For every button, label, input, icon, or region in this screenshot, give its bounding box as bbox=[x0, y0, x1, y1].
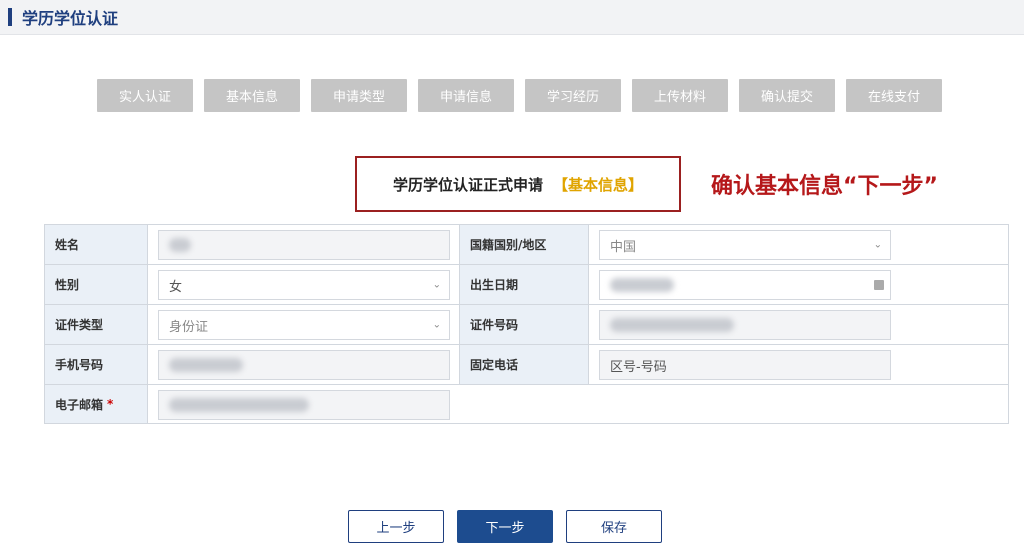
nationality-value: 中国 bbox=[610, 239, 637, 255]
id-type-select[interactable]: 身份证 ⌄ bbox=[158, 310, 450, 340]
form-row: 姓名 国籍国别/地区 中国 ⌄ bbox=[45, 225, 1008, 265]
basic-info-form: 姓名 国籍国别/地区 中国 ⌄ 性别 女 ⌄ 出生日期 证件类型 身份证 ⌄ 证… bbox=[44, 224, 1009, 424]
email-field[interactable] bbox=[158, 390, 450, 420]
action-buttons: 上一步 下一步 保存 bbox=[348, 510, 662, 543]
prev-step-button[interactable]: 上一步 bbox=[348, 510, 444, 543]
name-field[interactable] bbox=[158, 230, 450, 260]
step-tab-2[interactable]: 基本信息 bbox=[204, 79, 300, 112]
landline-field[interactable]: 区号-号码 bbox=[599, 350, 891, 380]
form-title-box: 学历学位认证正式申请 【基本信息】 bbox=[355, 156, 681, 212]
birthdate-field[interactable] bbox=[599, 270, 891, 300]
step-tab-8[interactable]: 在线支付 bbox=[846, 79, 942, 112]
nationality-label: 国籍国别/地区 bbox=[459, 225, 589, 264]
gender-value: 女 bbox=[169, 279, 183, 295]
email-label-text: 电子邮箱 bbox=[55, 397, 104, 412]
name-label: 姓名 bbox=[45, 225, 148, 264]
blurred-value bbox=[610, 278, 674, 292]
step-tab-6[interactable]: 上传材料 bbox=[632, 79, 728, 112]
step-tabs: 实人认证 基本信息 申请类型 申请信息 学习经历 上传材料 确认提交 在线支付 bbox=[97, 79, 942, 112]
email-label: 电子邮箱 * bbox=[45, 385, 148, 423]
save-button[interactable]: 保存 bbox=[566, 510, 662, 543]
mobile-field[interactable] bbox=[158, 350, 450, 380]
form-title-section: 【基本信息】 bbox=[553, 175, 644, 194]
header-accent-bar bbox=[8, 8, 12, 26]
step-tab-3[interactable]: 申请类型 bbox=[311, 79, 407, 112]
form-row: 证件类型 身份证 ⌄ 证件号码 bbox=[45, 305, 1008, 345]
landline-placeholder: 区号-号码 bbox=[610, 359, 667, 375]
calendar-icon[interactable] bbox=[874, 280, 884, 290]
blurred-value bbox=[169, 358, 243, 372]
step-tab-7[interactable]: 确认提交 bbox=[739, 79, 835, 112]
step-tab-5[interactable]: 学习经历 bbox=[525, 79, 621, 112]
form-row: 性别 女 ⌄ 出生日期 bbox=[45, 265, 1008, 305]
id-number-field[interactable] bbox=[599, 310, 891, 340]
step-tab-4[interactable]: 申请信息 bbox=[418, 79, 514, 112]
birthdate-label: 出生日期 bbox=[459, 265, 589, 304]
form-row: 电子邮箱 * bbox=[45, 385, 1008, 423]
annotation-text: 确认基本信息“下一步” bbox=[711, 174, 938, 199]
blurred-value bbox=[169, 398, 309, 412]
chevron-down-icon: ⌄ bbox=[432, 319, 441, 331]
gender-label: 性别 bbox=[45, 265, 148, 304]
nationality-select[interactable]: 中国 ⌄ bbox=[599, 230, 891, 260]
id-number-label: 证件号码 bbox=[459, 305, 589, 344]
step-tab-1[interactable]: 实人认证 bbox=[97, 79, 193, 112]
landline-label: 固定电话 bbox=[459, 345, 589, 384]
form-row: 手机号码 固定电话 区号-号码 bbox=[45, 345, 1008, 385]
blurred-value bbox=[169, 238, 191, 252]
page-header: 学历学位认证 bbox=[0, 0, 1024, 35]
next-step-button[interactable]: 下一步 bbox=[457, 510, 553, 543]
chevron-down-icon: ⌄ bbox=[432, 279, 441, 291]
required-mark: * bbox=[107, 397, 114, 411]
gender-select[interactable]: 女 ⌄ bbox=[158, 270, 450, 300]
page-title: 学历学位认证 bbox=[22, 9, 119, 28]
mobile-label: 手机号码 bbox=[45, 345, 148, 384]
chevron-down-icon: ⌄ bbox=[873, 239, 882, 251]
id-type-value: 身份证 bbox=[169, 319, 209, 335]
id-type-label: 证件类型 bbox=[45, 305, 148, 344]
blurred-value bbox=[610, 318, 734, 332]
form-title: 学历学位认证正式申请 bbox=[392, 175, 543, 194]
